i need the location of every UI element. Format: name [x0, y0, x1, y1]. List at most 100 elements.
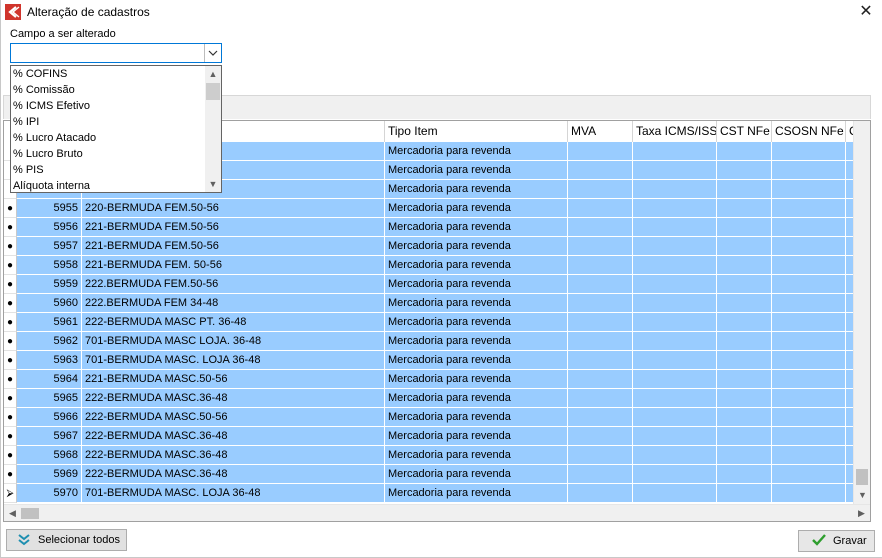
row-indicator[interactable]: ● — [4, 370, 17, 389]
row-indicator[interactable]: ● — [4, 313, 17, 332]
chevron-down-icon[interactable] — [204, 44, 221, 62]
row-indicator[interactable]: ● — [4, 446, 17, 465]
row-csosn-nfe — [772, 142, 846, 161]
row-description: 222-BERMUDA MASC PT. 36-48 — [82, 313, 385, 332]
field-select[interactable] — [10, 43, 222, 63]
table-row[interactable]: ● 5967 222-BERMUDA MASC.36-48 Mercadoria pa… — [4, 427, 854, 446]
table-row[interactable]: ● 5964 221-BERMUDA MASC.50-56 Mercadoria pa… — [4, 370, 854, 389]
row-mva — [568, 370, 633, 389]
scroll-right-icon[interactable]: ▶ — [853, 505, 870, 521]
field-dropdown-list[interactable]: % COFINS% Comissão% ICMS Efetivo% IPI% L… — [10, 65, 222, 193]
row-taxa-icms-iss — [633, 389, 717, 408]
header-mva[interactable]: MVA — [568, 121, 633, 142]
scroll-down-icon[interactable]: ▼ — [205, 176, 221, 192]
dropdown-option[interactable]: Alíquota interna — [13, 178, 90, 194]
row-code: 5962 — [17, 332, 82, 351]
header-csosn-nfe[interactable]: CSOSN NFe — [772, 121, 846, 142]
dropdown-option[interactable]: % IPI — [13, 114, 39, 130]
row-indicator[interactable]: ● — [4, 389, 17, 408]
row-mva — [568, 142, 633, 161]
table-row[interactable]: ● 5969 222-BERMUDA MASC.36-48 Mercadoria pa… — [4, 465, 854, 484]
row-cst-nfe — [717, 389, 772, 408]
row-csosn-nfe — [772, 465, 846, 484]
row-tipo-item: Mercadoria para revenda — [385, 275, 568, 294]
header-tipo-item[interactable]: Tipo Item — [385, 121, 568, 142]
table-row[interactable]: ● 5955 220-BERMUDA FEM.50-56 Mercadoria par… — [4, 199, 854, 218]
save-button[interactable]: Gravar — [798, 530, 875, 552]
table-row[interactable]: ● 5957 221-BERMUDA FEM.50-56 Mercadoria par… — [4, 237, 854, 256]
row-indicator[interactable]: ● — [4, 218, 17, 237]
dropdown-option[interactable]: % COFINS — [13, 66, 67, 82]
row-csosn-nfe — [772, 275, 846, 294]
row-description: 222-BERMUDA MASC.36-48 — [82, 389, 385, 408]
table-row[interactable]: ● 5958 221-BERMUDA FEM. 50-56 Mercadoria pa… — [4, 256, 854, 275]
row-indicator[interactable]: ● — [4, 275, 17, 294]
row-mva — [568, 446, 633, 465]
row-csosn-nfe — [772, 199, 846, 218]
table-row[interactable]: ● 5968 222-BERMUDA MASC.36-48 Mercadoria pa… — [4, 446, 854, 465]
scroll-up-icon[interactable]: ▲ — [205, 66, 221, 82]
row-indicator[interactable]: ● — [4, 332, 17, 351]
row-csosn-nfe — [772, 161, 846, 180]
grid-vertical-scrollbar[interactable]: ▼ — [853, 121, 870, 504]
scroll-down-icon[interactable]: ▼ — [854, 487, 870, 504]
checkmark-icon — [811, 533, 827, 554]
table-row[interactable]: ● 5959 222.BERMUDA FEM.50-56 Mercadoria par… — [4, 275, 854, 294]
dropdown-option[interactable]: % Lucro Bruto — [13, 146, 83, 162]
dropdown-option[interactable]: % Lucro Atacado — [13, 130, 96, 146]
row-code: 5955 — [17, 199, 82, 218]
row-indicator[interactable]: ● — [4, 294, 17, 313]
row-csosn-nfe — [772, 446, 846, 465]
row-taxa-icms-iss — [633, 199, 717, 218]
window-title: Alteração de cadastros — [27, 5, 150, 19]
row-code: 5957 — [17, 237, 82, 256]
scroll-left-icon[interactable]: ◀ — [4, 505, 21, 521]
dropdown-option[interactable]: % PIS — [13, 162, 44, 178]
table-row[interactable]: ● 5965 222-BERMUDA MASC.36-48 Mercadoria pa… — [4, 389, 854, 408]
row-cst-nfe — [717, 408, 772, 427]
row-indicator[interactable]: ● — [4, 465, 17, 484]
row-indicator[interactable]: ● — [4, 256, 17, 275]
grid-horizontal-scrollbar[interactable]: ◀ ▶ — [4, 504, 870, 521]
row-indicator[interactable]: ● — [4, 408, 17, 427]
row-cst-nfe — [717, 332, 772, 351]
row-indicator[interactable]: ● — [4, 427, 17, 446]
row-mva — [568, 199, 633, 218]
row-description: 221-BERMUDA FEM. 50-56 — [82, 256, 385, 275]
row-indicator[interactable]: ● — [4, 237, 17, 256]
dropdown-scrollbar[interactable]: ▲ ▼ — [205, 66, 221, 192]
table-row[interactable]: ● 5961 222-BERMUDA MASC PT. 36-48 Mercadori… — [4, 313, 854, 332]
header-cst-nfe[interactable]: CST NFe — [717, 121, 772, 142]
table-row[interactable]: ● 5960 222.BERMUDA FEM 34-48 Mercadoria par… — [4, 294, 854, 313]
table-row[interactable]: ● 5966 222-BERMUDA MASC.50-56 Mercadoria pa… — [4, 408, 854, 427]
row-mva — [568, 484, 633, 503]
dropdown-option[interactable]: % Comissão — [13, 82, 75, 98]
dropdown-option[interactable]: % ICMS Efetivo — [13, 98, 90, 114]
row-cst-nfe — [717, 142, 772, 161]
row-tipo-item: Mercadoria para revenda — [385, 256, 568, 275]
row-csosn-nfe — [772, 294, 846, 313]
table-row[interactable]: ● 5963 701-BERMUDA MASC. LOJA 36-48 Mercado… — [4, 351, 854, 370]
row-indicator[interactable]: ● — [4, 199, 17, 218]
dropdown-scroll-thumb[interactable] — [206, 83, 220, 100]
table-row[interactable]: ● 5962 701-BERMUDA MASC LOJA. 36-48 Mercado… — [4, 332, 854, 351]
field-label: Campo a ser alterado — [10, 28, 116, 40]
row-tipo-item: Mercadoria para revenda — [385, 313, 568, 332]
row-indicator[interactable]: ● — [4, 351, 17, 370]
row-indicator[interactable]: ⮚ — [4, 484, 17, 503]
row-taxa-icms-iss — [633, 427, 717, 446]
close-icon[interactable]: ✕ — [855, 2, 877, 22]
row-cst-nfe — [717, 351, 772, 370]
row-mva — [568, 465, 633, 484]
select-all-button[interactable]: Selecionar todos — [6, 529, 127, 551]
header-taxa-icms-iss[interactable]: Taxa ICMS/ISS — [633, 121, 717, 142]
table-row[interactable]: ● 5956 221-BERMUDA FEM.50-56 Mercadoria par… — [4, 218, 854, 237]
table-row[interactable]: ⮚ 5970 701-BERMUDA MASC. LOJA 36-48 Mercado… — [4, 484, 854, 503]
row-taxa-icms-iss — [633, 370, 717, 389]
row-code: 5960 — [17, 294, 82, 313]
row-tipo-item: Mercadoria para revenda — [385, 161, 568, 180]
grid-vertical-scroll-thumb[interactable] — [856, 469, 868, 485]
row-description: 221-BERMUDA FEM.50-56 — [82, 237, 385, 256]
grid-horizontal-scroll-thumb[interactable] — [21, 508, 39, 519]
row-code: 5968 — [17, 446, 82, 465]
